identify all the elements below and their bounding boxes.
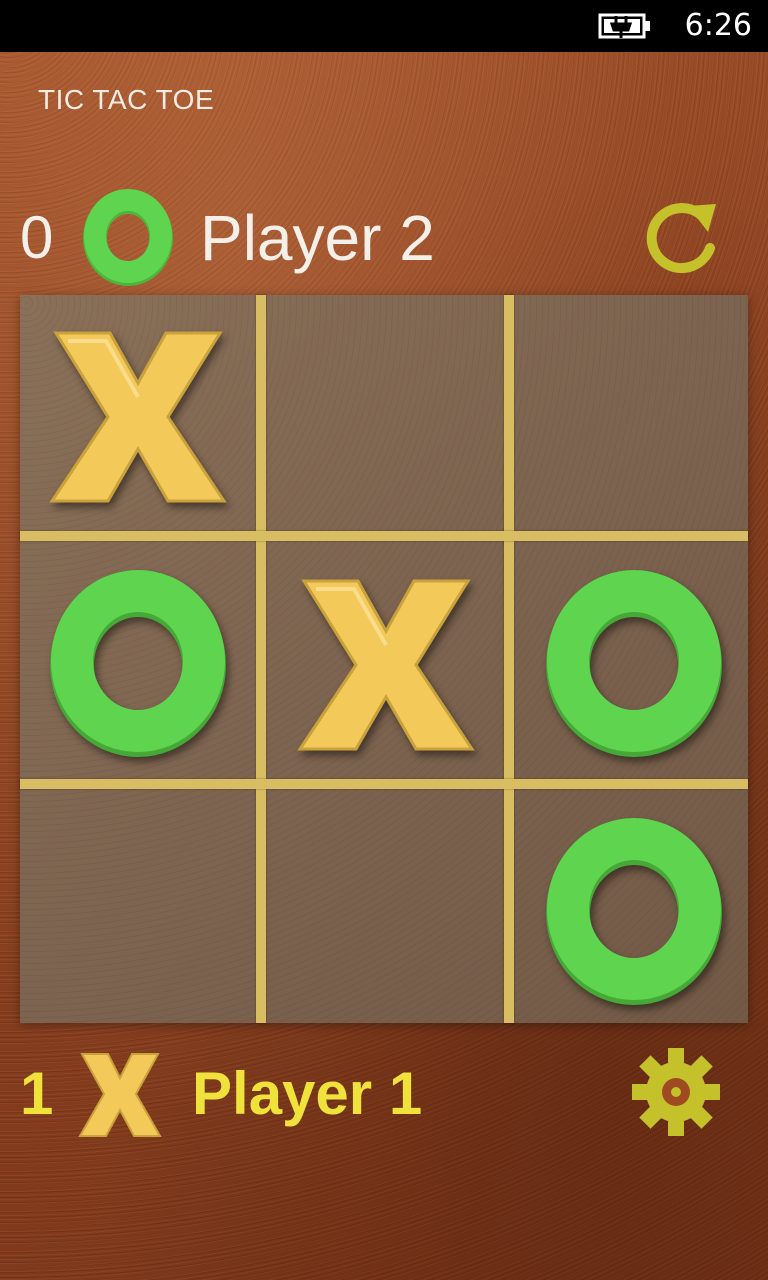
app-title: TIC TAC TOE: [38, 84, 215, 115]
status-bar: 6:26: [0, 0, 768, 52]
gear-icon: [632, 1048, 720, 1136]
o-mark-icon: [50, 570, 226, 757]
grid-line-v1: [256, 295, 266, 1023]
clock: 6:26: [684, 8, 752, 43]
board-cell-0-2[interactable]: [516, 295, 752, 531]
game-board: [20, 295, 748, 1023]
board-cell-2-2[interactable]: [516, 791, 752, 1027]
player2-score: 0: [20, 204, 54, 271]
grid-line-h2: [20, 779, 748, 789]
battery-charging-icon: [598, 13, 650, 39]
grid-line-v2: [504, 295, 514, 1023]
restart-icon: [646, 203, 716, 274]
player2-name: Player 2: [200, 202, 435, 274]
board-cell-1-2[interactable]: [516, 543, 752, 779]
player1-name: Player 1: [192, 1060, 423, 1127]
board-cell-0-0[interactable]: [20, 295, 256, 531]
player2-o-icon: [83, 189, 173, 286]
board-cell-2-0[interactable]: [20, 791, 256, 1027]
o-mark-icon: [546, 818, 722, 1005]
board-cell-0-1[interactable]: [268, 295, 504, 531]
board-cell-1-1[interactable]: [268, 543, 504, 779]
x-mark-icon: [49, 331, 227, 503]
settings-button[interactable]: [628, 1044, 724, 1140]
board-cell-2-1[interactable]: [268, 791, 504, 1027]
restart-button[interactable]: [632, 190, 728, 286]
o-mark-icon: [546, 570, 722, 757]
board-cell-1-0[interactable]: [20, 543, 256, 779]
grid-line-h1: [20, 531, 748, 541]
x-mark-icon: [297, 579, 475, 751]
player1-score: 1: [20, 1060, 54, 1127]
player1-x-icon: [78, 1053, 162, 1137]
